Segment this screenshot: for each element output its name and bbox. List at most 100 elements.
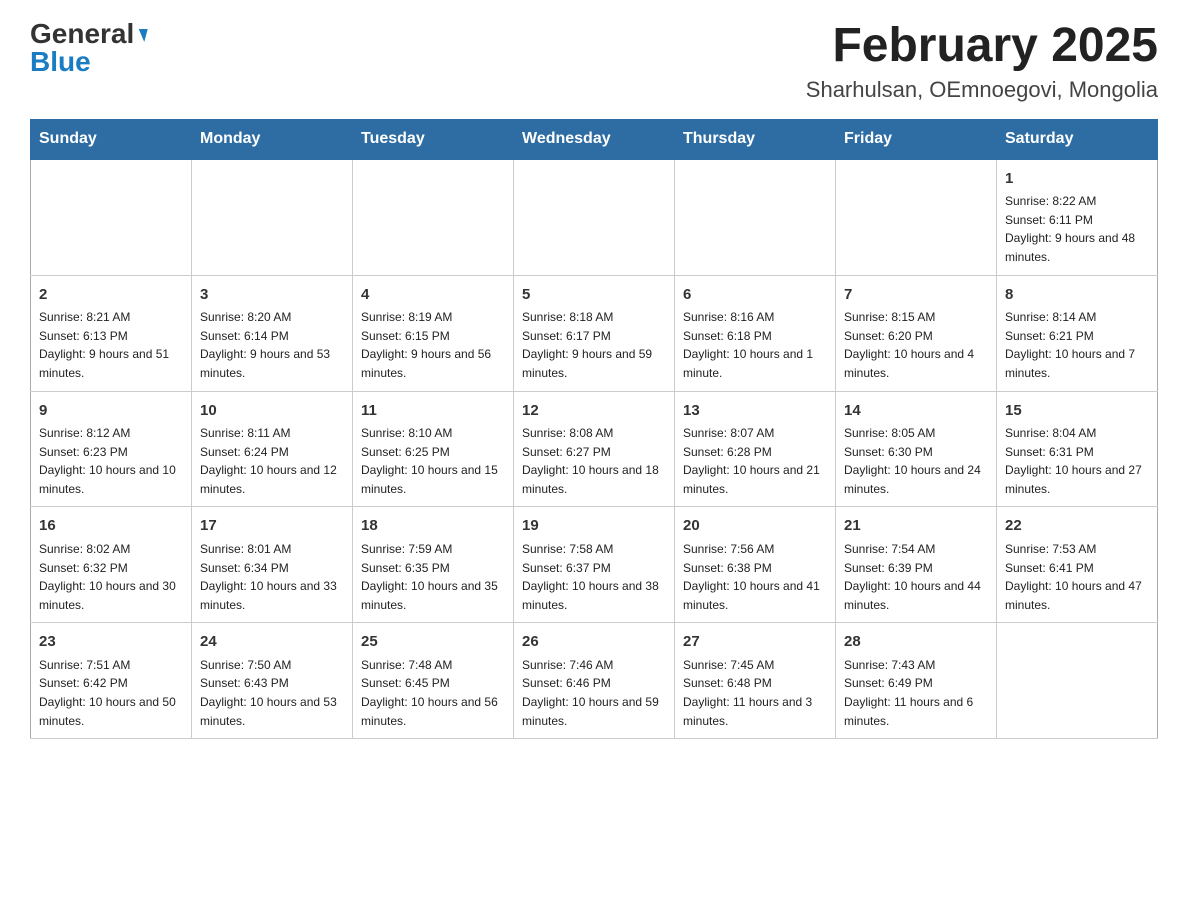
calendar-week-row: 1Sunrise: 8:22 AMSunset: 6:11 PMDaylight… <box>31 159 1158 275</box>
calendar-day-cell: 12Sunrise: 8:08 AMSunset: 6:27 PMDayligh… <box>514 391 675 507</box>
calendar-day-cell: 14Sunrise: 8:05 AMSunset: 6:30 PMDayligh… <box>836 391 997 507</box>
day-info: Sunrise: 8:11 AMSunset: 6:24 PMDaylight:… <box>200 424 344 498</box>
day-info: Sunrise: 8:18 AMSunset: 6:17 PMDaylight:… <box>522 308 666 382</box>
calendar-day-cell <box>353 159 514 275</box>
day-of-week-header: Sunday <box>31 119 192 159</box>
day-info: Sunrise: 8:14 AMSunset: 6:21 PMDaylight:… <box>1005 308 1149 382</box>
day-info: Sunrise: 8:05 AMSunset: 6:30 PMDaylight:… <box>844 424 988 498</box>
day-number: 25 <box>361 631 505 654</box>
calendar-day-cell: 6Sunrise: 8:16 AMSunset: 6:18 PMDaylight… <box>675 275 836 391</box>
day-number: 3 <box>200 284 344 307</box>
day-of-week-header: Tuesday <box>353 119 514 159</box>
calendar-day-cell: 23Sunrise: 7:51 AMSunset: 6:42 PMDayligh… <box>31 623 192 739</box>
calendar-day-cell <box>192 159 353 275</box>
day-info: Sunrise: 8:15 AMSunset: 6:20 PMDaylight:… <box>844 308 988 382</box>
day-number: 18 <box>361 515 505 538</box>
calendar-day-cell: 3Sunrise: 8:20 AMSunset: 6:14 PMDaylight… <box>192 275 353 391</box>
title-section: February 2025 Sharhulsan, OEmnoegovi, Mo… <box>806 20 1158 103</box>
day-of-week-header: Friday <box>836 119 997 159</box>
day-info: Sunrise: 8:04 AMSunset: 6:31 PMDaylight:… <box>1005 424 1149 498</box>
calendar-day-cell: 1Sunrise: 8:22 AMSunset: 6:11 PMDaylight… <box>997 159 1158 275</box>
calendar-day-cell <box>514 159 675 275</box>
day-of-week-header: Monday <box>192 119 353 159</box>
calendar-day-cell <box>997 623 1158 739</box>
calendar-day-cell: 16Sunrise: 8:02 AMSunset: 6:32 PMDayligh… <box>31 507 192 623</box>
calendar-day-cell: 7Sunrise: 8:15 AMSunset: 6:20 PMDaylight… <box>836 275 997 391</box>
day-number: 27 <box>683 631 827 654</box>
day-number: 5 <box>522 284 666 307</box>
day-info: Sunrise: 8:12 AMSunset: 6:23 PMDaylight:… <box>39 424 183 498</box>
calendar-day-cell <box>675 159 836 275</box>
day-info: Sunrise: 8:21 AMSunset: 6:13 PMDaylight:… <box>39 308 183 382</box>
day-info: Sunrise: 8:20 AMSunset: 6:14 PMDaylight:… <box>200 308 344 382</box>
logo-general-text: General <box>30 20 134 48</box>
calendar-day-cell <box>31 159 192 275</box>
day-info: Sunrise: 7:46 AMSunset: 6:46 PMDaylight:… <box>522 656 666 730</box>
calendar-day-cell: 9Sunrise: 8:12 AMSunset: 6:23 PMDaylight… <box>31 391 192 507</box>
day-number: 12 <box>522 400 666 423</box>
day-info: Sunrise: 8:10 AMSunset: 6:25 PMDaylight:… <box>361 424 505 498</box>
calendar-week-row: 2Sunrise: 8:21 AMSunset: 6:13 PMDaylight… <box>31 275 1158 391</box>
day-of-week-header: Wednesday <box>514 119 675 159</box>
calendar-day-cell: 28Sunrise: 7:43 AMSunset: 6:49 PMDayligh… <box>836 623 997 739</box>
day-of-week-header: Thursday <box>675 119 836 159</box>
day-number: 16 <box>39 515 183 538</box>
calendar-day-cell <box>836 159 997 275</box>
day-number: 6 <box>683 284 827 307</box>
calendar-day-cell: 11Sunrise: 8:10 AMSunset: 6:25 PMDayligh… <box>353 391 514 507</box>
day-info: Sunrise: 7:43 AMSunset: 6:49 PMDaylight:… <box>844 656 988 730</box>
calendar-day-cell: 2Sunrise: 8:21 AMSunset: 6:13 PMDaylight… <box>31 275 192 391</box>
day-number: 7 <box>844 284 988 307</box>
calendar-day-cell: 27Sunrise: 7:45 AMSunset: 6:48 PMDayligh… <box>675 623 836 739</box>
day-info: Sunrise: 8:16 AMSunset: 6:18 PMDaylight:… <box>683 308 827 382</box>
calendar-day-cell: 26Sunrise: 7:46 AMSunset: 6:46 PMDayligh… <box>514 623 675 739</box>
day-number: 24 <box>200 631 344 654</box>
calendar-day-cell: 17Sunrise: 8:01 AMSunset: 6:34 PMDayligh… <box>192 507 353 623</box>
day-info: Sunrise: 8:22 AMSunset: 6:11 PMDaylight:… <box>1005 192 1149 266</box>
day-number: 14 <box>844 400 988 423</box>
day-of-week-header: Saturday <box>997 119 1158 159</box>
calendar-day-cell: 19Sunrise: 7:58 AMSunset: 6:37 PMDayligh… <box>514 507 675 623</box>
day-number: 23 <box>39 631 183 654</box>
day-info: Sunrise: 7:51 AMSunset: 6:42 PMDaylight:… <box>39 656 183 730</box>
day-number: 8 <box>1005 284 1149 307</box>
day-number: 13 <box>683 400 827 423</box>
day-info: Sunrise: 8:07 AMSunset: 6:28 PMDaylight:… <box>683 424 827 498</box>
day-number: 19 <box>522 515 666 538</box>
calendar-day-cell: 13Sunrise: 8:07 AMSunset: 6:28 PMDayligh… <box>675 391 836 507</box>
day-info: Sunrise: 7:58 AMSunset: 6:37 PMDaylight:… <box>522 540 666 614</box>
day-number: 21 <box>844 515 988 538</box>
calendar-week-row: 23Sunrise: 7:51 AMSunset: 6:42 PMDayligh… <box>31 623 1158 739</box>
day-number: 17 <box>200 515 344 538</box>
day-number: 9 <box>39 400 183 423</box>
day-number: 22 <box>1005 515 1149 538</box>
page-header: General Blue February 2025 Sharhulsan, O… <box>30 20 1158 103</box>
calendar-day-cell: 22Sunrise: 7:53 AMSunset: 6:41 PMDayligh… <box>997 507 1158 623</box>
day-number: 28 <box>844 631 988 654</box>
day-number: 15 <box>1005 400 1149 423</box>
logo-blue-text: Blue <box>30 48 91 76</box>
day-number: 11 <box>361 400 505 423</box>
calendar-week-row: 16Sunrise: 8:02 AMSunset: 6:32 PMDayligh… <box>31 507 1158 623</box>
day-info: Sunrise: 8:02 AMSunset: 6:32 PMDaylight:… <box>39 540 183 614</box>
location-subtitle: Sharhulsan, OEmnoegovi, Mongolia <box>806 77 1158 103</box>
calendar-day-cell: 21Sunrise: 7:54 AMSunset: 6:39 PMDayligh… <box>836 507 997 623</box>
logo: General Blue <box>30 20 146 76</box>
day-info: Sunrise: 7:45 AMSunset: 6:48 PMDaylight:… <box>683 656 827 730</box>
calendar-day-cell: 5Sunrise: 8:18 AMSunset: 6:17 PMDaylight… <box>514 275 675 391</box>
calendar-day-cell: 8Sunrise: 8:14 AMSunset: 6:21 PMDaylight… <box>997 275 1158 391</box>
day-number: 10 <box>200 400 344 423</box>
calendar-day-cell: 25Sunrise: 7:48 AMSunset: 6:45 PMDayligh… <box>353 623 514 739</box>
calendar-day-cell: 4Sunrise: 8:19 AMSunset: 6:15 PMDaylight… <box>353 275 514 391</box>
calendar-header: SundayMondayTuesdayWednesdayThursdayFrid… <box>31 119 1158 159</box>
day-number: 1 <box>1005 168 1149 191</box>
calendar-table: SundayMondayTuesdayWednesdayThursdayFrid… <box>30 119 1158 739</box>
day-info: Sunrise: 7:56 AMSunset: 6:38 PMDaylight:… <box>683 540 827 614</box>
calendar-day-cell: 18Sunrise: 7:59 AMSunset: 6:35 PMDayligh… <box>353 507 514 623</box>
day-info: Sunrise: 7:50 AMSunset: 6:43 PMDaylight:… <box>200 656 344 730</box>
day-info: Sunrise: 7:59 AMSunset: 6:35 PMDaylight:… <box>361 540 505 614</box>
day-number: 4 <box>361 284 505 307</box>
day-number: 20 <box>683 515 827 538</box>
month-title: February 2025 <box>806 20 1158 73</box>
day-info: Sunrise: 8:08 AMSunset: 6:27 PMDaylight:… <box>522 424 666 498</box>
